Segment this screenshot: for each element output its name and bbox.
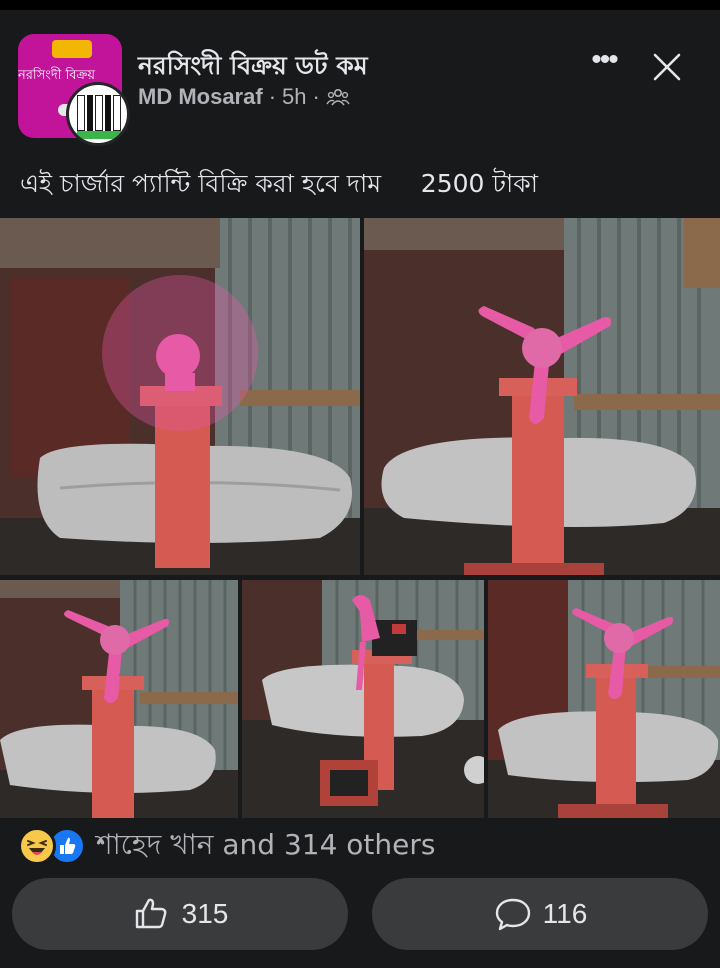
thumbs-up-icon [135,898,167,929]
group-audience-icon [326,87,350,107]
haha-emoji-icon [18,827,56,865]
close-button[interactable] [650,50,684,84]
group-name-link[interactable]: নরসিংদী বিক্রয় ডট কম [138,46,368,89]
meta-separator: · [268,84,277,109]
post-photo-3[interactable] [0,580,238,818]
more-dots-icon: ••• [591,43,618,76]
post-header: নরসিংদী বিক্রয় নরসিংদী বিক্রয় ডট কম MD… [0,10,720,146]
post-photo-2[interactable] [364,218,720,575]
comment-count: 116 [542,898,588,929]
comment-bubble-icon [495,898,530,931]
post-time[interactable]: 5h [282,84,306,110]
reactions-summary[interactable]: শাহেদ খান and 314 others [18,826,435,866]
like-count: 315 [181,898,229,929]
more-options-button[interactable]: ••• [584,45,624,80]
like-button[interactable]: 315 [12,878,348,950]
comment-button[interactable]: 116 [372,878,708,950]
close-icon [653,53,681,81]
post-photo-4[interactable] [242,580,484,818]
post-photo-5[interactable] [488,580,720,818]
post-photo-1[interactable] [0,218,360,575]
post-caption: এই চার্জার প্যান্টি বিক্রি করা হবে দাম 2… [20,169,538,198]
car-graphic [52,40,92,58]
author-name-link[interactable]: MD Mosaraf [138,84,263,110]
avatar-accent-bar [77,131,121,139]
status-bar-edge [0,0,720,10]
meta-separator: · [312,84,320,109]
post-meta: MD Mosaraf · 5h · [138,84,350,110]
author-avatar[interactable] [66,82,130,146]
reactions-text: শাহেদ খান and 314 others [96,827,436,861]
piano-keys-graphic [77,95,121,131]
